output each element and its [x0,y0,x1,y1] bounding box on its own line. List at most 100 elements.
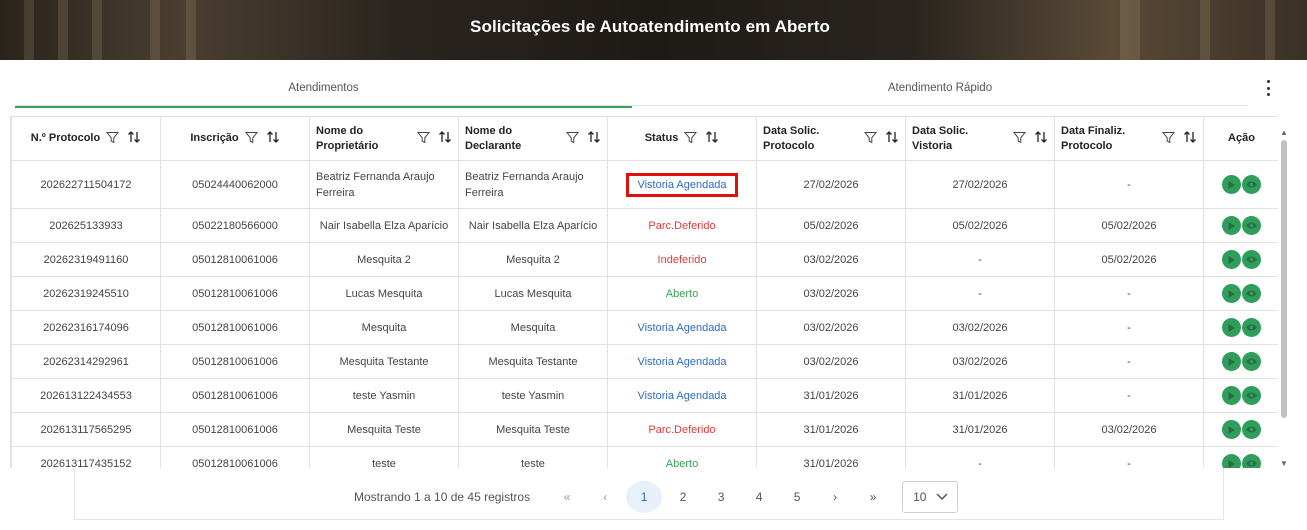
data-protocolo-cell: 03/02/2026 [756,344,906,379]
data-vistoria-cell: 03/02/2026 [905,344,1055,379]
filter-icon[interactable] [106,131,120,147]
status-badge: Aberto [665,457,699,469]
declarante-cell: Mesquita Teste [458,412,608,447]
declarante-cell: Mesquita [458,310,608,345]
data-vistoria-cell: 31/01/2026 [905,412,1055,447]
page-button-3[interactable]: 3 [702,481,740,513]
inscricao-cell: 05012810061006 [160,446,310,468]
play-icon[interactable] [1222,420,1241,439]
sort-icon[interactable] [1034,130,1048,147]
acao-cell [1203,276,1278,311]
filter-icon[interactable] [565,131,580,147]
status-cell: Aberto [607,446,757,469]
eye-icon[interactable] [1242,420,1261,439]
status-badge: Aberto [665,287,699,300]
more-options-icon[interactable] [1260,78,1276,98]
scroll-thumb[interactable] [1281,140,1287,418]
col-data-vistoria: Data Solic. Vistoria [905,116,1055,161]
eye-icon[interactable] [1242,352,1261,371]
filter-icon[interactable] [684,131,698,147]
status-badge: Vistoria Agendada [637,321,727,334]
scroll-up-icon[interactable]: ▲ [1280,128,1288,137]
data-vistoria-cell: - [905,242,1055,277]
sort-icon[interactable] [127,130,141,147]
inscricao-cell: 05024440062000 [160,160,310,209]
header-banner: Solicitações de Autoatendimento em Abert… [0,0,1307,60]
play-icon[interactable] [1222,216,1241,235]
table-row[interactable]: 202622711504172 05024440062000 Beatriz Fer… [11,160,1278,209]
data-protocolo-cell: 03/02/2026 [756,242,906,277]
play-icon[interactable] [1222,284,1241,303]
col-data-protocolo: Data Solic. Protocolo [756,116,906,161]
play-icon[interactable] [1222,386,1241,405]
declarante-cell: Nair Isabella Elza Aparício [458,208,608,243]
table-header-row: N.º Protocolo Inscrição Nome do Propriet… [11,116,1278,161]
acao-cell [1203,378,1278,413]
col-inscricao: Inscrição [160,116,310,161]
eye-icon[interactable] [1242,386,1261,405]
table-row[interactable]: 202613122434553 05012810061006 teste Yasmi… [11,378,1278,413]
page-size-select[interactable]: 10 [902,481,959,513]
eye-icon[interactable] [1242,250,1261,269]
eye-icon[interactable] [1242,284,1261,303]
filter-icon[interactable] [1012,131,1027,147]
table-scrollbar[interactable]: ▲ ▼ [1280,128,1288,468]
acao-cell [1203,208,1278,243]
play-icon[interactable] [1222,352,1241,371]
eye-icon[interactable] [1242,454,1261,468]
first-page-button[interactable]: « [548,481,586,513]
page-button-5[interactable]: 5 [778,481,816,513]
proprietario-cell: Nair Isabella Elza Aparício [309,208,459,243]
status-cell: Parc.Deferido [607,208,757,243]
table-row[interactable]: 202613117565295 05012810061006 Mesquita Te… [11,412,1278,447]
declarante-cell: Mesquita Testante [458,344,608,379]
data-protocolo-cell: 27/02/2026 [756,160,906,209]
page-button-4[interactable]: 4 [740,481,778,513]
table-row[interactable]: 202625133933 05022180566000 Nair Isabella … [11,208,1278,243]
table-row[interactable]: 20262316174096 05012810061006 Mesquita Mesq… [11,310,1278,345]
col-status: Status [607,116,757,161]
tab-atendimentos[interactable]: Atendimentos [15,70,632,108]
sort-icon[interactable] [1183,130,1197,147]
filter-icon[interactable] [244,131,258,147]
proprietario-cell: Mesquita 2 [309,242,459,277]
status-cell: Vistoria Agendada [607,378,757,413]
sort-icon[interactable] [266,130,280,147]
page-button-1[interactable]: 1 [626,481,663,513]
pagination: Mostrando 1 a 10 de 45 registros « ‹ 1 2… [354,481,959,513]
data-vistoria-cell: - [905,276,1055,311]
sort-icon[interactable] [885,130,899,147]
play-icon[interactable] [1222,454,1241,468]
protocolo-cell: 20262314292961 [11,344,161,379]
filter-icon[interactable] [1161,131,1176,147]
data-vistoria-cell: 27/02/2026 [905,160,1055,209]
sort-icon[interactable] [587,130,601,147]
play-icon[interactable] [1222,175,1241,194]
sort-icon[interactable] [705,130,719,147]
inscricao-cell: 05022180566000 [160,208,310,243]
table-row[interactable]: 20262319491160 05012810061006 Mesquita 2 Me… [11,242,1278,277]
play-icon[interactable] [1222,318,1241,337]
next-page-button[interactable]: › [816,481,854,513]
sort-icon[interactable] [438,130,452,147]
eye-icon[interactable] [1242,175,1261,194]
filter-icon[interactable] [863,131,878,147]
eye-icon[interactable] [1242,216,1261,235]
page-size-value: 10 [913,490,927,504]
inscricao-cell: 05012810061006 [160,276,310,311]
prev-page-button[interactable]: ‹ [586,481,624,513]
status-cell: Indeferido [607,242,757,277]
filter-icon[interactable] [416,131,431,147]
last-page-button[interactable]: » [854,481,892,513]
eye-icon[interactable] [1242,318,1261,337]
tab-atendimento-rapido[interactable]: Atendimento Rápido [632,70,1248,106]
data-protocolo-cell: 03/02/2026 [756,310,906,345]
play-icon[interactable] [1222,250,1241,269]
pagination-info: Mostrando 1 a 10 de 45 registros [354,490,531,504]
table-row[interactable]: 20262319245510 05012810061006 Lucas Mesqui… [11,276,1278,311]
page-button-2[interactable]: 2 [664,481,702,513]
table-row[interactable]: 20262314292961 05012810061006 Mesquita Tes… [11,344,1278,379]
scroll-down-icon[interactable]: ▼ [1280,459,1288,468]
acao-cell [1203,344,1278,379]
table-row[interactable]: 202613117435152 05012810061006 teste teste A… [11,446,1278,469]
